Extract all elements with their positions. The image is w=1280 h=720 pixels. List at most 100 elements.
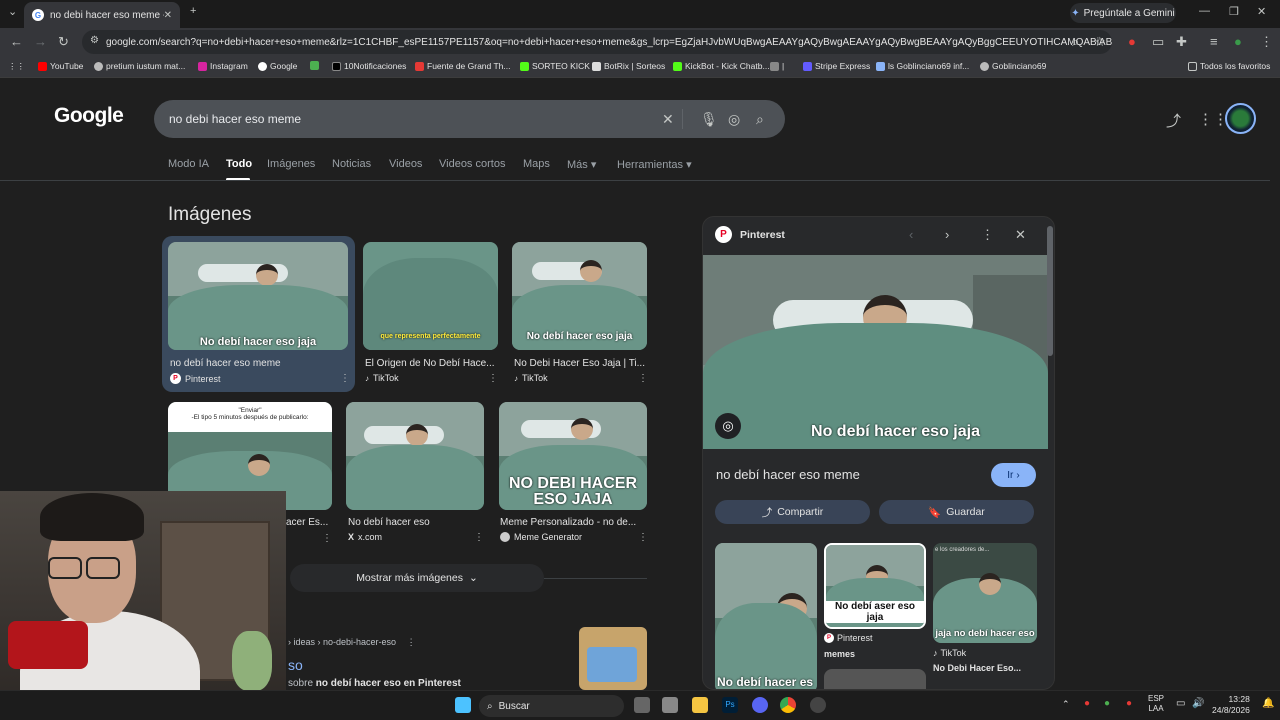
panel-title[interactable]: no debí hacer eso meme xyxy=(716,467,860,482)
show-more-images-button[interactable]: Mostrar más imágenes ⌄ xyxy=(290,564,544,592)
zoom-icon[interactable]: ⌕ xyxy=(1072,34,1079,50)
minimize-icon[interactable]: — xyxy=(1199,5,1210,17)
microphone-icon[interactable]: 🎙 xyxy=(700,111,718,128)
image-result-thumb[interactable]: No debí hacer eso jaja xyxy=(168,242,348,350)
network-icon[interactable]: ▭ xyxy=(1176,698,1185,709)
gemini-button[interactable]: ✦ Pregúntale a Gemini xyxy=(1070,3,1176,23)
apps-icon[interactable]: ⋮⋮ xyxy=(8,61,25,72)
image-result-source[interactable]: ♪ TikTok xyxy=(365,373,399,383)
related-title[interactable]: memes xyxy=(824,649,855,659)
address-bar[interactable]: ⚙ google.com/search?q=no+debi+hacer+eso+… xyxy=(82,30,1112,54)
apps-grid-icon[interactable]: ⋮⋮ xyxy=(1198,110,1228,128)
tab-todo[interactable]: Todo xyxy=(226,158,252,170)
next-icon[interactable]: › xyxy=(945,227,949,242)
result-thumbnail[interactable] xyxy=(579,627,647,690)
forward-icon[interactable]: → xyxy=(34,34,47,49)
search-icon[interactable]: ⌕ xyxy=(756,111,764,128)
bookmark-goblinciano-info[interactable]: ls Goblinciano69 inf... xyxy=(876,61,969,71)
bookmark-kickbot[interactable]: KickBot - Kick Chatb... xyxy=(673,61,770,71)
previous-icon[interactable]: ‹ xyxy=(909,227,913,242)
reading-list-icon[interactable]: ≡ xyxy=(1210,34,1218,49)
image-result-source[interactable]: P Pinterest xyxy=(170,373,221,384)
result-title-link[interactable]: so xyxy=(288,657,303,673)
image-result-thumb[interactable] xyxy=(346,402,484,510)
bookmark-icon-only[interactable] xyxy=(310,61,319,70)
app-icon[interactable] xyxy=(810,697,826,713)
discord-icon[interactable] xyxy=(752,697,768,713)
clock[interactable]: 13:28 24/8/2026 xyxy=(1212,694,1250,716)
file-explorer-icon[interactable] xyxy=(692,697,708,713)
tab-maps[interactable]: Maps xyxy=(523,158,550,170)
close-tab-icon[interactable]: ✕ xyxy=(164,10,172,21)
lens-icon[interactable]: ◎ xyxy=(728,111,740,128)
image-result-thumb[interactable]: No debí hacer eso jaja xyxy=(512,242,647,350)
image-result-title[interactable]: Meme Personalizado - no de... xyxy=(500,517,642,528)
more-options-icon[interactable]: ⋮ xyxy=(488,373,498,384)
lens-icon[interactable]: ◎ xyxy=(715,413,741,439)
tab-imagenes[interactable]: Imágenes xyxy=(267,158,315,170)
bookmark-botrix[interactable]: BotRix | Sorteos xyxy=(592,61,665,71)
tray-app-icon[interactable]: ● xyxy=(1104,698,1110,709)
bookmark-instagram[interactable]: Instagram xyxy=(198,61,248,71)
bookmark-goblinciano[interactable]: Goblinciano69 xyxy=(980,61,1046,71)
browser-tab[interactable]: G no debi hacer eso meme - Busc ✕ xyxy=(24,2,180,28)
tab-search-icon[interactable]: ⌄ xyxy=(8,5,17,18)
related-source[interactable]: P Pinterest xyxy=(824,633,873,643)
windows-start-icon[interactable] xyxy=(455,697,471,713)
photoshop-icon[interactable]: Ps xyxy=(722,697,738,713)
bookmark-fuente[interactable]: Fuente de Grand Th... xyxy=(415,61,510,71)
image-result-title[interactable]: acer Es... xyxy=(286,517,332,528)
tray-microphone-icon[interactable]: ● xyxy=(1126,698,1132,709)
extension-icon[interactable]: ● xyxy=(1128,34,1136,49)
more-options-icon[interactable]: ⋮ xyxy=(407,637,416,647)
close-window-icon[interactable]: ✕ xyxy=(1257,5,1266,18)
tray-app-icon[interactable]: ● xyxy=(1084,698,1090,709)
reload-icon[interactable]: ↻ xyxy=(58,34,69,50)
preview-image[interactable]: ◎ No debí hacer eso jaja xyxy=(703,255,1048,449)
search-box[interactable]: no debi hacer eso meme ✕ 🎙 ◎ ⌕ xyxy=(154,100,785,138)
chrome-icon[interactable] xyxy=(780,697,796,713)
notifications-icon[interactable]: 🔔 xyxy=(1262,698,1274,709)
image-result-title[interactable]: No debí hacer eso xyxy=(348,517,482,528)
tab-modo-ia[interactable]: Modo IA xyxy=(168,158,209,170)
image-result-title[interactable]: no debí hacer eso meme xyxy=(170,358,340,369)
share-button[interactable]: ⤴ Compartir xyxy=(715,500,870,524)
clear-icon[interactable]: ✕ xyxy=(662,111,674,128)
more-options-icon[interactable]: ⋮ xyxy=(638,373,648,384)
image-result-source[interactable]: Meme Generator xyxy=(500,532,582,542)
profile-icon[interactable]: ● xyxy=(1234,34,1242,49)
bookmark-google[interactable]: Google xyxy=(258,61,297,71)
bookmark-stripe[interactable]: Stripe Express xyxy=(803,61,870,71)
related-image[interactable]: No debí hacer es xyxy=(715,543,817,689)
save-button[interactable]: 🔖 Guardar xyxy=(879,500,1034,524)
tab-videos[interactable]: Videos xyxy=(389,158,422,170)
image-result-title[interactable]: El Origen de No Debí Hace... xyxy=(365,358,497,369)
tab-videos-cortos[interactable]: Videos cortos xyxy=(439,158,505,170)
share-icon[interactable]: ⤴ xyxy=(1166,110,1181,131)
image-result-source[interactable]: ♪ TikTok xyxy=(514,373,548,383)
more-options-icon[interactable]: ⋮ xyxy=(981,227,994,243)
related-image[interactable] xyxy=(824,669,926,689)
close-icon[interactable]: ✕ xyxy=(1015,227,1026,243)
tab-herramientas[interactable]: Herramientas ▾ xyxy=(617,158,692,171)
new-tab-icon[interactable]: + xyxy=(190,5,196,17)
image-result-thumb[interactable]: NO DEBI HACER ESO JAJA xyxy=(499,402,647,510)
image-result-source[interactable]: Xx.com xyxy=(348,532,382,542)
image-result-title[interactable]: No Debi Hacer Eso Jaja | Ti... xyxy=(514,358,646,369)
panel-scrollbar[interactable] xyxy=(1047,226,1053,356)
taskbar-search[interactable]: ⌕ Buscar xyxy=(479,695,624,717)
more-options-icon[interactable]: ⋮ xyxy=(474,532,484,543)
tab-mas[interactable]: Más ▾ xyxy=(567,158,596,171)
back-icon[interactable]: ← xyxy=(10,34,23,49)
maximize-icon[interactable]: ❐ xyxy=(1229,5,1239,18)
bookmark-star-icon[interactable]: ☆ xyxy=(1094,34,1106,50)
all-bookmarks[interactable]: Todos los favoritos xyxy=(1188,61,1270,71)
menu-icon[interactable]: ⋮ xyxy=(1260,34,1273,50)
go-button[interactable]: Ir › xyxy=(991,463,1036,487)
related-source[interactable]: ♪ TikTok xyxy=(933,648,966,658)
panel-source[interactable]: Pinterest xyxy=(740,229,785,241)
related-title[interactable]: No Debi Hacer Eso... xyxy=(933,663,1021,673)
more-options-icon[interactable]: ⋮ xyxy=(638,532,648,543)
tray-chevron-icon[interactable]: ⌃ xyxy=(1062,699,1070,710)
language-indicator[interactable]: ESP LAA xyxy=(1148,694,1164,714)
